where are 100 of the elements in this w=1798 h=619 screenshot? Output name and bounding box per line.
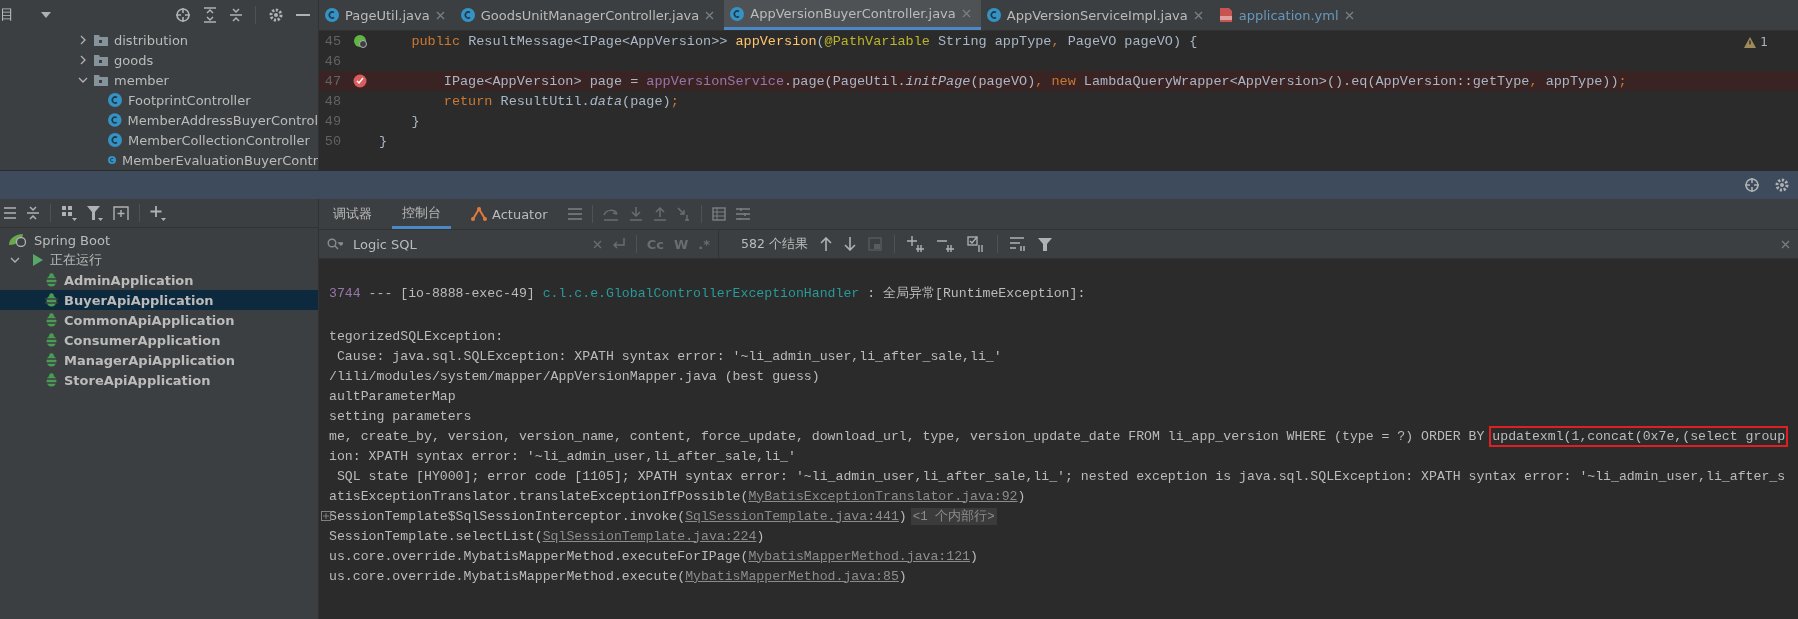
expand-all-icon[interactable] <box>4 206 16 220</box>
line-number: 49 <box>323 113 341 129</box>
tree-item[interactable]: FootprintController <box>128 92 251 108</box>
source-link[interactable]: SqlSessionTemplate.java:441 <box>685 508 899 524</box>
filter-icon[interactable] <box>87 205 103 221</box>
chevron-icon[interactable] <box>10 255 20 265</box>
chevron-icon[interactable] <box>78 35 88 45</box>
run-configuration-item[interactable]: CommonApiApplication <box>0 310 318 330</box>
collapse-all-icon[interactable] <box>26 205 40 221</box>
filter-icon[interactable] <box>1037 237 1052 251</box>
highlighted-sql: updatexml(1,concat(0x7e,(select group <box>1492 428 1786 444</box>
bean-gutter-icon[interactable] <box>353 34 367 48</box>
close-icon[interactable] <box>435 10 445 20</box>
folder-icon <box>94 74 108 86</box>
trace-settings-icon[interactable] <box>735 208 750 220</box>
console-text: us.core.override.MybatisMapperMethod.execute( <box>329 568 686 584</box>
filter-lines-icon[interactable] <box>1009 237 1026 251</box>
next-arrow-icon[interactable] <box>843 237 856 251</box>
code-line: IPage<AppVersion> page = appVersionService.page(PageUtil.initPage(pageVO), new LambdaQueryWrapper<AppVersion>().eq(AppVersion::getType, appType)); <box>442 73 1627 89</box>
settings-icon[interactable] <box>1774 177 1790 193</box>
console-text: ion: XPATH syntax error: '~li_admin_user,li_after_sale,li_' <box>329 448 796 464</box>
source-link[interactable]: MyBatisExceptionTranslator.java:92 <box>748 488 1018 504</box>
run-configuration-item[interactable]: BuyerApiApplication <box>0 290 318 310</box>
source-link[interactable]: MybatisMapperMethod.java:121 <box>748 548 971 564</box>
tree-item[interactable]: distribution <box>114 32 189 48</box>
tree-item[interactable]: MemberCollectionController <box>128 132 310 148</box>
process-id: 3744 <box>329 285 361 301</box>
add-occurrence-icon[interactable] <box>906 236 925 252</box>
expand-fold-icon[interactable] <box>321 511 331 521</box>
run-configuration-item[interactable]: AdminApplication <box>0 270 318 290</box>
code-line: return ResultUtil.data(page); <box>442 93 679 109</box>
search-result-count: 582 个结果 <box>741 235 808 253</box>
panel-title: 目 <box>0 6 14 24</box>
console-text: ) <box>970 548 978 564</box>
run-configuration-item[interactable]: StoreApiApplication <box>0 370 318 390</box>
source-link[interactable]: SqlSessionTemplate.java:224 <box>542 528 757 544</box>
locate-icon[interactable] <box>1744 177 1760 193</box>
collapse-all-icon[interactable] <box>229 7 243 23</box>
editor-tab[interactable]: PageUtil.java <box>319 0 455 30</box>
console-text: : 全局异常[RuntimeException]: <box>866 285 1086 302</box>
add-frame-icon[interactable] <box>113 205 129 221</box>
tree-item[interactable]: MemberAddressBuyerControl <box>127 112 318 128</box>
close-icon[interactable] <box>1344 10 1354 20</box>
logger-name: c.l.c.e.GlobalControllerExceptionHandler <box>542 285 860 301</box>
console-text: atisExceptionTranslator.translateExceptionIfPossible( <box>329 488 749 504</box>
bug-icon <box>45 273 58 287</box>
close-icon[interactable] <box>705 10 715 20</box>
console-text: --- [io-8888-exec-49] <box>367 285 536 301</box>
code-line: } <box>410 113 420 129</box>
tree-item[interactable]: member <box>114 72 169 88</box>
add-icon[interactable] <box>150 205 166 221</box>
group-by-icon[interactable] <box>61 205 77 221</box>
tool-tab[interactable]: Actuator <box>461 199 558 229</box>
dropdown-caret-icon[interactable] <box>40 11 52 19</box>
tree-item[interactable]: goods <box>114 52 154 68</box>
console-text: SQL state [HY000]; error code [1105]; XPATH syntax error: '~li_admin_user,li_after_sale,li_'; nested exception is java.sql.SQLException: XPATH syntax error: '~li_admin_user,li_after_s <box>335 468 1786 484</box>
console-text: ) <box>756 528 765 544</box>
console-text: tegorizedSQLException: <box>329 328 504 344</box>
tree-item[interactable]: Spring Boot <box>34 232 110 248</box>
folder-icon <box>94 54 108 66</box>
locate-icon[interactable] <box>175 7 191 23</box>
run-configuration-item[interactable]: ConsumerApplication <box>0 330 318 350</box>
search-icon <box>327 238 343 250</box>
table-icon[interactable] <box>711 207 726 221</box>
source-link[interactable]: MybatisMapperMethod.java:85 <box>685 568 899 584</box>
tree-item[interactable]: 正在运行 <box>50 251 102 269</box>
settings-icon[interactable] <box>268 7 284 23</box>
line-number: 50 <box>323 133 341 149</box>
class-icon <box>986 8 1001 22</box>
breakpoint-icon[interactable] <box>353 74 367 88</box>
previous-arrow-icon[interactable] <box>819 237 832 251</box>
tool-tab[interactable]: 调试器 <box>323 199 382 229</box>
console-text: setting parameters <box>329 408 472 424</box>
editor-tab[interactable]: AppVersionBuyerController.java <box>724 0 981 30</box>
code-line: public ResultMessage<IPage<AppVersion>> appVersion(@PathVariable String appType, PageVO pageVO) { <box>410 33 1198 49</box>
editor-tab[interactable]: AppVersionServiceImpl.java <box>980 0 1213 30</box>
close-icon[interactable] <box>1193 10 1203 20</box>
console-text: Cause: java.sql.SQLException: XPATH syntax error: '~li_admin_user,li_after_sale,li_' <box>335 348 1002 364</box>
line-number: 46 <box>323 53 341 69</box>
console-text: SessionTemplate.selectList( <box>329 528 543 544</box>
warning-count[interactable]: 1 <box>1744 35 1768 49</box>
chevron-icon[interactable] <box>78 55 88 65</box>
chevron-icon[interactable] <box>78 75 88 85</box>
close-icon[interactable] <box>1781 239 1790 249</box>
select-all-occurrences-icon[interactable] <box>966 236 985 252</box>
bug-icon <box>45 333 58 347</box>
run-icon <box>32 253 44 267</box>
run-configuration-item[interactable]: ManagerApiApplication <box>0 350 318 370</box>
console-text: me, create_by, version, version_name, content, force_update, download_url, type, version_update_date FROM li_app_version WHERE (type = ?) ORDER BY <box>329 428 1486 444</box>
console-text: ) <box>898 508 907 524</box>
code-line: } <box>379 133 388 149</box>
class-icon <box>108 113 122 127</box>
editor-tab[interactable]: application.yml <box>1212 0 1364 30</box>
class-icon <box>108 133 122 147</box>
tree-item[interactable]: MemberEvaluationBuyerContr <box>122 152 318 168</box>
class-icon <box>730 6 745 21</box>
expand-all-icon[interactable] <box>203 7 217 23</box>
minimize-icon[interactable] <box>296 13 310 17</box>
editor-tab[interactable]: GoodsUnitManagerController.java <box>454 0 725 30</box>
bug-icon <box>45 293 58 307</box>
